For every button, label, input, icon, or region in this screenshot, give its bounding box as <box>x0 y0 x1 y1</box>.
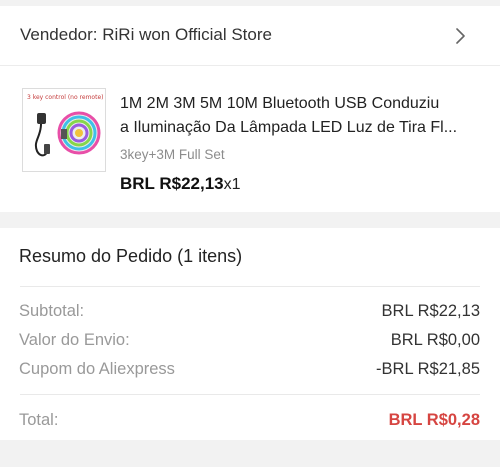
seller-name: Vendedor: RiRi won Official Store <box>20 25 272 44</box>
divider <box>20 394 480 395</box>
order-summary-card: Resumo do Pedido (1 itens) Subtotal: BRL… <box>0 228 500 440</box>
divider <box>20 286 480 287</box>
subtotal-label: Subtotal: <box>19 302 85 320</box>
product-price: BRL R$22,13 <box>120 174 224 193</box>
product-thumbnail[interactable]: 3 key control (no remote) <box>22 88 106 172</box>
product-quantity: x1 <box>223 176 241 193</box>
chevron-right-icon <box>456 28 465 44</box>
seller-row[interactable]: Vendedor: RiRi won Official Store <box>0 6 500 66</box>
led-strip-product-image <box>34 111 101 157</box>
product-title-line2: a Iluminação Da Lâmpada LED Luz de Tira … <box>120 119 458 136</box>
product-title-line1: 1M 2M 3M 5M 10M Bluetooth USB Conduziu <box>120 95 440 112</box>
summary-title: Resumo do Pedido (1 itens) <box>19 246 243 266</box>
product-title[interactable]: 1M 2M 3M 5M 10M Bluetooth USB Conduziu a… <box>120 92 485 140</box>
order-item-card: Vendedor: RiRi won Official Store 3 key … <box>0 6 500 212</box>
subtotal-row: Subtotal: BRL R$22,13 <box>19 302 480 321</box>
product-row[interactable]: 3 key control (no remote) 1M 2M 3M 5M 10… <box>0 66 500 212</box>
coupon-value: -BRL R$21,85 <box>376 360 480 378</box>
total-value: BRL R$0,28 <box>388 411 480 429</box>
coupon-label: Cupom do Aliexpress <box>19 360 175 378</box>
thumbnail-caption: 3 key control (no remote) <box>27 94 104 101</box>
shipping-row: Valor do Envio: BRL R$0,00 <box>19 331 480 350</box>
total-row: Total: BRL R$0,28 <box>19 411 480 430</box>
total-label: Total: <box>19 411 59 429</box>
product-variant: 3key+3M Full Set <box>120 147 225 162</box>
subtotal-value: BRL R$22,13 <box>381 302 480 320</box>
coupon-row: Cupom do Aliexpress -BRL R$21,85 <box>19 360 480 379</box>
shipping-value: BRL R$0,00 <box>390 331 480 349</box>
price-row: BRL R$22,13x1 <box>120 174 241 194</box>
shipping-label: Valor do Envio: <box>19 331 130 349</box>
